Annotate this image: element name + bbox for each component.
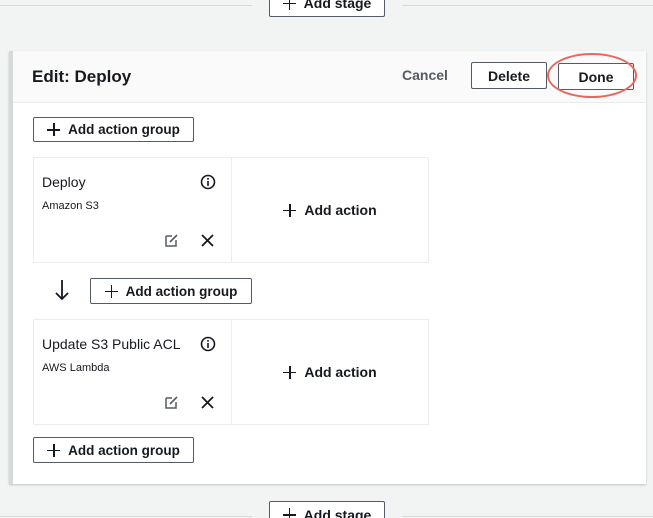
- action-name: Update S3 Public ACL: [42, 336, 181, 352]
- add-action-group-label: Add action group: [68, 122, 180, 137]
- plus-icon: [282, 508, 296, 518]
- close-icon[interactable]: [200, 395, 215, 410]
- plus-icon: [283, 365, 297, 379]
- action-group-update-acl: Update S3 Public ACL AWS Lambda Add acti…: [33, 319, 429, 425]
- close-icon[interactable]: [200, 233, 215, 248]
- edit-stage-panel: Edit: Deploy Cancel Delete Done Add acti…: [9, 51, 646, 484]
- add-action-group-label: Add action group: [68, 442, 180, 458]
- add-stage-button-bottom[interactable]: Add stage: [269, 501, 385, 518]
- done-button[interactable]: Done: [558, 63, 634, 90]
- delete-button[interactable]: Delete: [471, 62, 547, 89]
- add-action-group-label: Add action group: [125, 283, 238, 299]
- add-action-button[interactable]: Add action: [232, 158, 428, 262]
- plus-icon: [283, 203, 297, 217]
- add-stage-label: Add stage: [303, 506, 372, 518]
- add-action-group-button[interactable]: Add action group: [90, 278, 252, 304]
- add-action-group-button[interactable]: Add action group: [33, 437, 194, 463]
- add-action-label: Add action: [304, 364, 377, 380]
- action-card[interactable]: Deploy Amazon S3: [34, 158, 232, 262]
- action-card[interactable]: Update S3 Public ACL AWS Lambda: [34, 320, 232, 424]
- action-group-deploy: Deploy Amazon S3 Add action: [33, 157, 429, 263]
- add-stage-label: Add stage: [303, 0, 372, 11]
- plus-icon: [47, 443, 61, 457]
- plus-icon: [104, 284, 118, 298]
- arrow-down-icon: [55, 280, 69, 301]
- divider-line: [402, 516, 653, 517]
- add-action-group-button[interactable]: Add action group: [33, 117, 194, 142]
- add-action-label: Add action: [304, 202, 377, 218]
- edit-icon[interactable]: [164, 233, 179, 248]
- top-stage-divider: Add stage: [0, 0, 653, 20]
- plus-icon: [47, 123, 61, 136]
- panel-header: Edit: Deploy Cancel Delete Done: [13, 51, 646, 103]
- edit-icon[interactable]: [164, 395, 179, 410]
- info-icon[interactable]: [200, 336, 216, 352]
- info-icon[interactable]: [200, 174, 216, 190]
- action-provider: Amazon S3: [42, 200, 99, 212]
- add-stage-button-top[interactable]: Add stage: [269, 0, 385, 17]
- add-action-button[interactable]: Add action: [232, 320, 428, 424]
- bottom-stage-divider: Add stage: [0, 501, 653, 518]
- divider-line: [0, 5, 252, 6]
- action-provider: AWS Lambda: [42, 362, 110, 374]
- action-name: Deploy: [42, 174, 86, 190]
- cancel-button[interactable]: Cancel: [402, 67, 448, 83]
- divider-line: [0, 516, 252, 517]
- plus-icon: [282, 0, 296, 10]
- panel-title: Edit: Deploy: [32, 67, 132, 86]
- divider-line: [402, 5, 653, 6]
